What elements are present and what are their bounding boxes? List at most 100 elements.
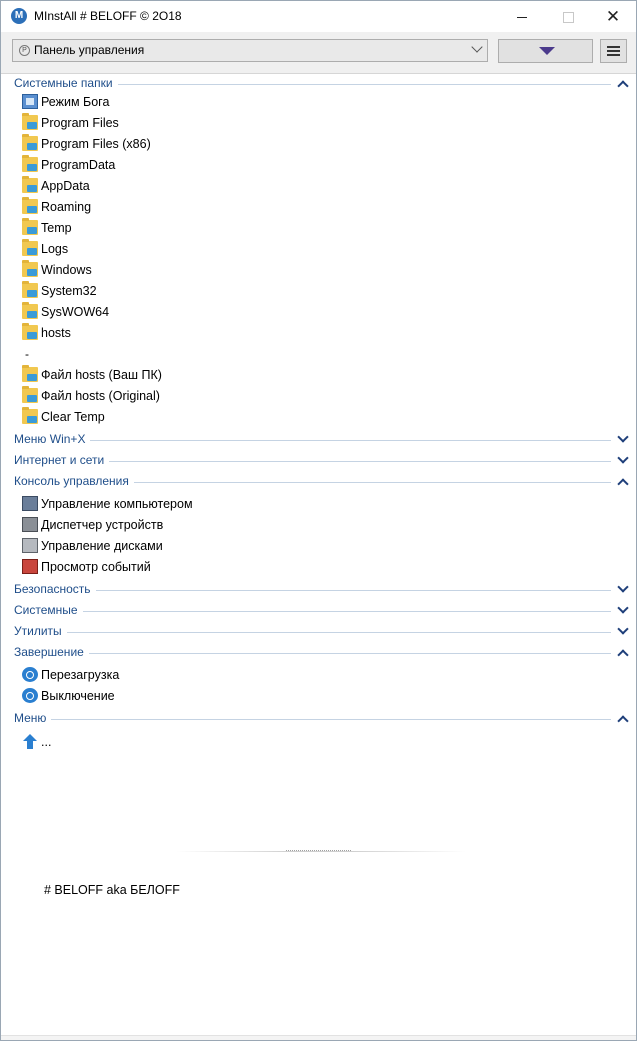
list-item-label: hosts	[41, 326, 71, 340]
folder-icon	[22, 260, 38, 277]
maximize-button[interactable]	[545, 1, 591, 32]
hamburger-menu-button[interactable]	[600, 39, 627, 63]
list-item-label: Logs	[41, 242, 69, 256]
list-item-label: ProgramData	[41, 158, 116, 172]
folder-icon	[22, 323, 38, 340]
god-mode-icon	[22, 94, 38, 109]
list-item-system32[interactable]: System32	[22, 281, 422, 302]
restart-icon	[22, 667, 38, 682]
list-item-label: Temp	[41, 221, 72, 235]
list-item-label: Clear Temp	[41, 410, 105, 424]
list-item-god-mode[interactable]: Режим Бога	[22, 92, 422, 113]
chevron-up-icon[interactable]	[617, 80, 629, 92]
footer-divider-dots	[286, 850, 351, 853]
close-button[interactable]: ✕	[590, 1, 636, 32]
list-item-syswow64[interactable]: SysWOW64	[22, 302, 422, 323]
list-item-hosts-your-pc[interactable]: Файл hosts (Ваш ПК)	[22, 365, 422, 386]
list-item-label: Файл hosts (Ваш ПК)	[41, 368, 162, 382]
list-item-appdata[interactable]: AppData	[22, 176, 422, 197]
triangle-down-icon	[539, 47, 555, 55]
category-select[interactable]: P Панель управления	[12, 39, 488, 62]
category-icon: P	[19, 45, 30, 56]
section-header-shutdown[interactable]: Завершение	[1, 643, 636, 663]
hamburger-icon	[607, 46, 620, 48]
list-item-hosts[interactable]: hosts	[22, 323, 422, 344]
toolbar: P Панель управления	[1, 32, 636, 74]
list-item-disk-management[interactable]: Управление дисками	[22, 536, 422, 557]
list-separator: -	[25, 347, 29, 361]
chevron-down-icon[interactable]	[617, 431, 629, 443]
section-header-system-folders[interactable]: Системные папки	[1, 74, 636, 94]
section-header-menu[interactable]: Меню	[1, 709, 636, 729]
list-item-shutdown[interactable]: Выключение	[22, 686, 422, 707]
list-item-windows[interactable]: Windows	[22, 260, 422, 281]
folder-icon	[22, 281, 38, 298]
folder-icon	[22, 134, 38, 151]
dropdown-button[interactable]	[498, 39, 593, 63]
folder-icon	[22, 218, 38, 235]
list-item-back[interactable]: ...	[22, 732, 422, 753]
chevron-down-icon[interactable]	[617, 452, 629, 464]
disk-management-icon	[22, 538, 38, 553]
folder-icon	[22, 407, 38, 424]
list-item-event-viewer[interactable]: Просмотр событий	[22, 557, 422, 578]
chevron-down-icon[interactable]	[617, 581, 629, 593]
section-divider	[14, 440, 611, 441]
section-title: Консоль управления	[14, 474, 134, 488]
maximize-icon	[562, 12, 574, 24]
event-viewer-icon	[22, 559, 38, 574]
list-item-hosts-original[interactable]: Файл hosts (Original)	[22, 386, 422, 407]
folder-icon	[22, 197, 38, 214]
list-item-label: Перезагрузка	[41, 668, 120, 682]
list-item-label: Program Files (x86)	[41, 137, 151, 151]
section-divider	[14, 719, 611, 720]
list-item-temp[interactable]: Temp	[22, 218, 422, 239]
list-item-roaming[interactable]: Roaming	[22, 197, 422, 218]
section-header-security[interactable]: Безопасность	[1, 580, 636, 600]
list-item-restart[interactable]: Перезагрузка	[22, 665, 422, 686]
list-item-label: System32	[41, 284, 97, 298]
list-item-label: AppData	[41, 179, 90, 193]
chevron-down-icon[interactable]	[617, 623, 629, 635]
folder-icon	[22, 155, 38, 172]
folder-icon	[22, 113, 38, 130]
chevron-down-icon	[471, 41, 483, 53]
folder-icon	[22, 365, 38, 382]
minimize-icon	[517, 17, 527, 19]
device-manager-icon	[22, 517, 38, 532]
list-item-programdata[interactable]: ProgramData	[22, 155, 422, 176]
app-logo-icon: M	[11, 8, 27, 24]
list-item-clear-temp[interactable]: Clear Temp	[22, 407, 422, 428]
list-item-computer-management[interactable]: Управление компьютером	[22, 494, 422, 515]
section-header-internet[interactable]: Интернет и сети	[1, 451, 636, 471]
chevron-up-icon[interactable]	[617, 478, 629, 490]
category-select-value: Панель управления	[34, 43, 145, 57]
section-title: Завершение	[14, 645, 89, 659]
hamburger-icon-bar	[607, 54, 620, 56]
chevron-up-icon[interactable]	[617, 715, 629, 727]
list-item-program-files[interactable]: Program Files	[22, 113, 422, 134]
chevron-up-icon[interactable]	[617, 649, 629, 661]
section-title: Системные папки	[14, 76, 118, 90]
section-title: Системные	[14, 603, 83, 617]
section-title: Безопасность	[14, 582, 96, 596]
list-item-label: Windows	[41, 263, 92, 277]
list-item-label: Просмотр событий	[41, 560, 151, 574]
section-divider	[14, 611, 611, 612]
section-title: Утилиты	[14, 624, 67, 638]
list-item-logs[interactable]: Logs	[22, 239, 422, 260]
section-header-utilities[interactable]: Утилиты	[1, 622, 636, 642]
list-item-program-files-x86[interactable]: Program Files (x86)	[22, 134, 422, 155]
list-item-label: Управление компьютером	[41, 497, 193, 511]
section-title: Меню	[14, 711, 52, 725]
section-header-console[interactable]: Консоль управления	[1, 472, 636, 492]
status-bar	[1, 1035, 636, 1040]
window-title: MInstAll # BELOFF © 2O18	[34, 9, 182, 23]
minimize-button[interactable]	[499, 1, 545, 32]
chevron-down-icon[interactable]	[617, 602, 629, 614]
list-item-label: Roaming	[41, 200, 92, 214]
section-header-winx[interactable]: Меню Win+X	[1, 430, 636, 450]
section-header-system[interactable]: Системные	[1, 601, 636, 621]
list-item-device-manager[interactable]: Диспетчер устройств	[22, 515, 422, 536]
folder-icon	[22, 302, 38, 319]
